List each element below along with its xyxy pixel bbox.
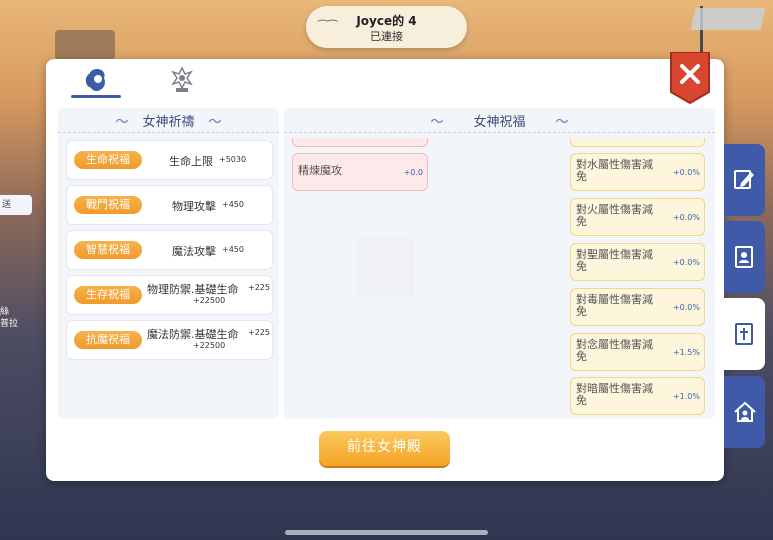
blessing-stat-name: 魔法防禦.基礎生命 <box>147 328 239 341</box>
stat-card-partial <box>292 138 428 147</box>
side-tab-edit[interactable] <box>724 144 765 216</box>
stat-card: 對水屬性傷害減免 +0.0% <box>570 153 705 191</box>
stat-label-line: 免 <box>576 394 587 407</box>
tab-goddess-statue[interactable] <box>167 66 197 94</box>
stat-label-line: 對水屬性傷害減 <box>576 158 653 171</box>
stat-label-line: 對聖屬性傷害減 <box>576 248 653 261</box>
active-tab-indicator <box>71 95 121 98</box>
home-indicator[interactable] <box>285 530 488 535</box>
side-tab-home-person[interactable] <box>724 376 765 448</box>
stat-card: 對念屬性傷害減免 +1.5% <box>570 333 705 371</box>
blessing-stat-name: 生命上限 <box>169 155 213 168</box>
stat-value: +1.5% <box>672 348 700 357</box>
swirl-ornament-icon: 〜 <box>555 114 569 130</box>
close-button[interactable] <box>669 51 711 105</box>
blessing-stat-value: +450 <box>222 200 244 209</box>
stat-value: +0.0% <box>672 303 700 312</box>
stat-value: +0.0 <box>403 168 423 177</box>
side-tab-address-book[interactable] <box>724 221 765 293</box>
stat-value: +1.0% <box>672 392 700 401</box>
stat-label-line: 免 <box>576 170 587 183</box>
background-left-label-line: 絲 <box>0 307 10 317</box>
stat-label-line: 對火屬性傷害減 <box>576 203 653 216</box>
stat-value: +0.0% <box>672 168 700 177</box>
stat-card: 對暗屬性傷害減免 +1.0% <box>570 377 705 415</box>
blessing-tag: 生存祝福 <box>74 286 142 304</box>
empty-slot <box>356 238 414 296</box>
blessing-stat-name: 物理攻擊 <box>172 200 216 213</box>
background-flag <box>690 8 766 30</box>
side-tab-cross-book[interactable] <box>724 298 765 370</box>
go-to-temple-button[interactable]: 前往女神殿 <box>319 431 450 466</box>
stat-label-line: 免 <box>576 305 587 318</box>
stat-label: 對暗屬性傷害減免 <box>576 383 653 407</box>
connection-notification: ⁀⁀ Joyce的 4 已連接 <box>306 6 467 48</box>
edit-icon <box>734 170 754 189</box>
home-person-icon <box>734 401 756 422</box>
blessing-row: 抗魔祝福 魔法防禦.基礎生命 +225 +22500 <box>66 320 273 360</box>
tab-goddess-prayer[interactable] <box>82 66 112 94</box>
stat-card: 精煉魔攻 +0.0 <box>292 153 428 191</box>
goddess-statue-icon <box>171 66 193 92</box>
background-left-tab: 送 <box>0 195 32 215</box>
notification-status: 已連接 <box>370 30 403 43</box>
blessing-row: 生存祝福 物理防禦.基礎生命 +225 +22500 <box>66 275 273 315</box>
blessing-stat-name: 物理防禦.基礎生命 <box>147 283 239 296</box>
blessing-stat-extra: +22500 <box>193 341 226 350</box>
notification-title: Joyce的 4 <box>356 14 417 28</box>
blessing-stat-value: +450 <box>222 245 244 254</box>
blessing-row: 智慧祝福 魔法攻擊 +450 <box>66 230 273 270</box>
cross-book-icon <box>735 323 753 345</box>
stat-label: 對念屬性傷害減免 <box>576 339 653 363</box>
address-book-icon <box>735 246 753 268</box>
stat-label-line: 對念屬性傷害減 <box>576 338 653 351</box>
blessing-stat-value: +225 <box>248 283 270 292</box>
blessing-section-title: 女神祝福 <box>473 114 526 130</box>
stat-card: 對毒屬性傷害減免 +0.0% <box>570 288 705 326</box>
stat-label-line: 免 <box>576 215 587 228</box>
blessing-tag: 抗魔祝福 <box>74 331 142 349</box>
stat-card: 對火屬性傷害減免 +0.0% <box>570 198 705 236</box>
blessing-tag: 智慧祝福 <box>74 241 142 259</box>
stat-label: 對火屬性傷害減免 <box>576 204 653 228</box>
stat-label: 對水屬性傷害減免 <box>576 159 653 183</box>
stat-card: 對聖屬性傷害減免 +0.0% <box>570 243 705 281</box>
stat-label: 精煉魔攻 <box>298 164 342 177</box>
stat-label-line: 對毒屬性傷害減 <box>576 293 653 306</box>
stat-label-line: 對暗屬性傷害減 <box>576 382 653 395</box>
stat-label: 對聖屬性傷害減免 <box>576 249 653 273</box>
blessing-section-header: 〜 女神祝福 〜 <box>284 108 715 133</box>
blessing-stat-value: +225 <box>248 328 270 337</box>
stat-label: 對毒屬性傷害減免 <box>576 294 653 318</box>
prayer-section-header: 〜 女神祈禱 〜 <box>58 108 279 133</box>
background-left-label-line: 普拉 <box>0 319 19 329</box>
blessing-row: 戰鬥祝福 物理攻擊 +450 <box>66 185 273 225</box>
stat-value: +0.0% <box>672 213 700 222</box>
background-building <box>55 30 115 60</box>
blessing-row: 生命祝福 生命上限 +5030 <box>66 140 273 180</box>
blessing-stat-name: 魔法攻擊 <box>172 245 216 258</box>
stat-label-line: 免 <box>576 260 587 273</box>
swirl-ornament-icon: 〜 <box>208 114 222 130</box>
blessing-stat-value: +5030 <box>219 155 247 164</box>
blessing-tag: 戰鬥祝福 <box>74 196 142 214</box>
prayer-section-title: 女神祈禱 <box>142 114 195 130</box>
stat-label-line: 免 <box>576 350 587 363</box>
goddess-portrait-icon <box>85 69 105 92</box>
close-icon <box>670 51 710 105</box>
swirl-ornament-icon: 〜 <box>430 114 444 130</box>
stat-value: +0.0% <box>672 258 700 267</box>
stat-card-partial <box>570 138 705 147</box>
blessing-stat-extra: +22500 <box>193 296 226 305</box>
swirl-ornament-icon: 〜 <box>115 114 129 130</box>
blessing-tag: 生命祝福 <box>74 151 142 169</box>
background-left-label: 絲 普拉 <box>0 306 18 330</box>
